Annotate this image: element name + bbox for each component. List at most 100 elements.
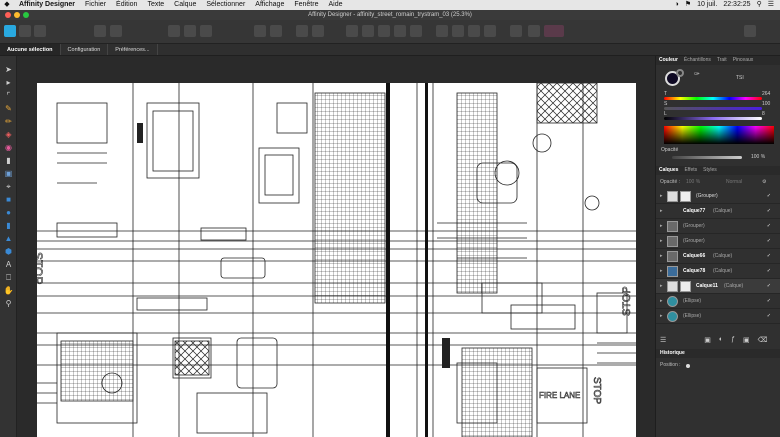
boolean-add-icon[interactable]	[436, 25, 448, 37]
align-left-icon[interactable]	[346, 25, 358, 37]
stroke-color-swatch[interactable]	[676, 69, 684, 77]
layer-row[interactable]: ▸ (Ellipse) ✓	[656, 294, 780, 309]
expand-triangle-icon[interactable]: ▸	[660, 189, 663, 204]
lightness-slider[interactable]	[664, 117, 762, 120]
minimize-window-button[interactable]	[14, 12, 20, 18]
layer-row[interactable]: ▸ (Ellipse) ✓	[656, 309, 780, 324]
boolean-subtract-icon[interactable]	[452, 25, 464, 37]
export-persona-icon[interactable]	[34, 25, 46, 37]
snap-grid-icon[interactable]	[200, 25, 212, 37]
ellipse-tool-icon[interactable]: ●	[3, 208, 14, 217]
expand-triangle-icon[interactable]: ▸	[660, 279, 663, 294]
tab-styles[interactable]: Styles	[700, 166, 720, 175]
tab-couleur[interactable]: Couleur	[656, 56, 681, 65]
saturation-slider[interactable]	[664, 107, 762, 110]
snap-options-icon[interactable]	[184, 25, 196, 37]
tab-trait[interactable]: Trait	[714, 56, 730, 65]
canvas-area[interactable]: STOP STOP STOP FIRE LANE	[17, 56, 655, 437]
boolean-intersect-icon[interactable]	[468, 25, 480, 37]
fx-icon[interactable]: ƒ	[731, 336, 735, 346]
rounded-rect-tool-icon[interactable]: ▮	[3, 221, 14, 230]
configuration-button[interactable]: Configuration	[61, 44, 109, 55]
pen-tool-icon[interactable]: ✎	[3, 104, 14, 113]
move-tool-icon[interactable]: ➤	[3, 65, 14, 74]
menu-app[interactable]: Affinity Designer	[14, 0, 80, 10]
visibility-check-icon[interactable]: ✓	[767, 294, 771, 309]
layer-row[interactable]: ▸ Calque78 (Calque) ✓	[656, 264, 780, 279]
fill-tool-icon[interactable]: ◉	[3, 143, 14, 152]
view-mode-icon[interactable]	[510, 25, 522, 37]
adjustment-icon[interactable]: ▣	[743, 336, 750, 346]
assistant-icon[interactable]	[744, 25, 756, 37]
tab-pinceaux[interactable]: Pinceaux	[730, 56, 757, 65]
transform-icon[interactable]	[296, 25, 308, 37]
hue-value[interactable]: 264	[762, 91, 770, 97]
menu-texte[interactable]: Texte	[142, 0, 169, 10]
preferences-button[interactable]: Préférences...	[108, 44, 158, 55]
layer-stack-icon[interactable]: ☰	[660, 336, 666, 346]
align-center-icon[interactable]	[362, 25, 374, 37]
zoom-tool-icon[interactable]: ⚲	[3, 299, 14, 308]
tab-calques[interactable]: Calques	[656, 166, 681, 175]
text-tool-icon[interactable]: A	[3, 260, 14, 269]
layer-row[interactable]: ▸ (Grouper) ✓	[656, 189, 780, 204]
menu-calque[interactable]: Calque	[169, 0, 201, 10]
tab-effets[interactable]: Effets	[681, 166, 700, 175]
delete-layer-icon[interactable]: ⌫	[758, 336, 768, 346]
layer-row[interactable]: ▸ Calque11 (Calque) ✓	[656, 279, 780, 294]
transparency-tool-icon[interactable]: ▮	[3, 156, 14, 165]
arrange-forward-icon[interactable]	[270, 25, 282, 37]
menu-aide[interactable]: Aide	[323, 0, 347, 10]
blend-mode-select[interactable]: Normal	[726, 177, 742, 187]
history-slider[interactable]	[686, 364, 690, 368]
close-window-button[interactable]	[5, 12, 11, 18]
expand-triangle-icon[interactable]: ▸	[660, 309, 663, 324]
layer-row[interactable]: ▸ Calque77 (Calque) ✓	[656, 204, 780, 219]
rectangle-tool-icon[interactable]: ■	[3, 195, 14, 204]
menu-selectionner[interactable]: Sélectionner	[201, 0, 250, 10]
visibility-check-icon[interactable]: ✓	[767, 264, 771, 279]
layer-row[interactable]: ▸ (Grouper) ✓	[656, 219, 780, 234]
expand-triangle-icon[interactable]: ▸	[660, 219, 663, 234]
menu-edition[interactable]: Édition	[111, 0, 142, 10]
layer-row[interactable]: ▸ Calque66 (Calque) ✓	[656, 249, 780, 264]
designer-persona-icon[interactable]	[4, 25, 16, 37]
add-layer-icon[interactable]: ▣	[704, 336, 711, 346]
align-bottom-icon[interactable]	[410, 25, 422, 37]
frame-text-tool-icon[interactable]: ⎕	[3, 273, 14, 282]
saturation-value[interactable]: 100	[762, 101, 770, 107]
opacity-slider[interactable]	[672, 156, 742, 159]
flag-icon[interactable]: ⚑	[685, 0, 691, 10]
align-top-icon[interactable]	[394, 25, 406, 37]
pencil-tool-icon[interactable]: ✏	[3, 117, 14, 126]
align-right-icon[interactable]	[378, 25, 390, 37]
expand-triangle-icon[interactable]: ▸	[660, 264, 663, 279]
menu-fenetre[interactable]: Fenêtre	[289, 0, 323, 10]
view-options-icon[interactable]	[528, 25, 540, 37]
expand-triangle-icon[interactable]: ▸	[660, 234, 663, 249]
triangle-tool-icon[interactable]: ▲	[3, 234, 14, 243]
shape-tool-icon[interactable]: ⬢	[3, 247, 14, 256]
color-mode-icon[interactable]	[544, 25, 564, 37]
place-image-icon[interactable]: ▣	[3, 169, 14, 178]
corner-tool-icon[interactable]: ⌜	[3, 91, 14, 100]
layers-opacity-field[interactable]: 100 %	[686, 177, 700, 187]
arrange-back-icon[interactable]	[254, 25, 266, 37]
hue-slider[interactable]	[664, 97, 762, 100]
menu-affichage[interactable]: Affichage	[250, 0, 289, 10]
document-setup-icon[interactable]	[94, 25, 106, 37]
visibility-check-icon[interactable]: ✓	[767, 279, 771, 294]
brush-tool-icon[interactable]: ◈	[3, 130, 14, 139]
node-tool-icon[interactable]: ▸	[3, 78, 14, 87]
mask-icon[interactable]: ◐	[719, 336, 723, 346]
visibility-check-icon[interactable]: ✓	[767, 189, 771, 204]
visibility-check-icon[interactable]: ✓	[767, 219, 771, 234]
visibility-check-icon[interactable]: ✓	[767, 309, 771, 324]
list-icon[interactable]: ☰	[768, 0, 774, 10]
boolean-xor-icon[interactable]	[484, 25, 496, 37]
apple-menu-icon[interactable]: ◆	[0, 0, 14, 10]
lightness-value[interactable]: 8	[762, 111, 765, 117]
hand-tool-icon[interactable]: ✋	[3, 286, 14, 295]
visibility-check-icon[interactable]: ✓	[767, 249, 771, 264]
menu-fichier[interactable]: Fichier	[80, 0, 111, 10]
